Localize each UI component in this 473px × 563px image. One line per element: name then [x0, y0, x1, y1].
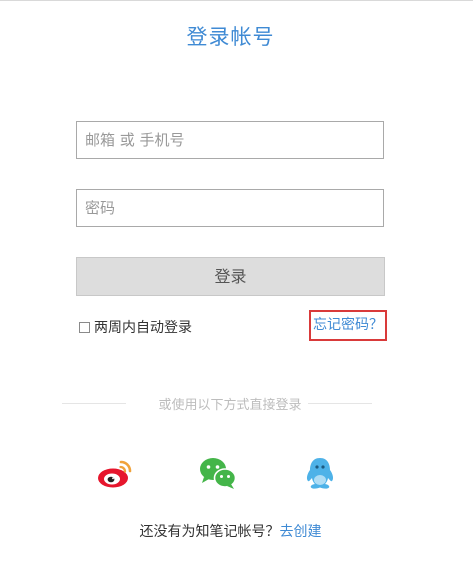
weibo-icon — [98, 460, 132, 488]
alt-login-divider-text: 或使用以下方式直接登录 — [158, 398, 302, 413]
weibo-login-button[interactable] — [96, 456, 136, 490]
qq-icon — [306, 458, 334, 489]
remember-me[interactable]: 两周内自动登录 — [79, 317, 192, 337]
remember-checkbox[interactable] — [79, 321, 90, 333]
password-input[interactable] — [77, 190, 383, 226]
signup-link[interactable]: 去创建 — [280, 524, 322, 540]
account-field[interactable] — [76, 121, 384, 159]
wechat-icon — [200, 458, 237, 489]
password-field[interactable] — [76, 189, 384, 227]
qq-login-button[interactable] — [300, 456, 340, 490]
account-input[interactable] — [77, 122, 383, 158]
signup-text: 还没有为知笔记帐号？ — [139, 524, 280, 540]
forgot-password-link[interactable]: 忘记密码？ — [309, 310, 387, 341]
divider-line-right — [308, 403, 372, 404]
signup-prompt: 还没有为知笔记帐号？去创建 — [0, 521, 461, 541]
wechat-login-button[interactable] — [198, 456, 238, 490]
page-title: 登录帐号 — [186, 25, 275, 49]
login-button[interactable]: 登录 — [76, 257, 385, 296]
remember-label: 两周内自动登录 — [94, 320, 192, 336]
divider-line-left — [62, 403, 126, 404]
